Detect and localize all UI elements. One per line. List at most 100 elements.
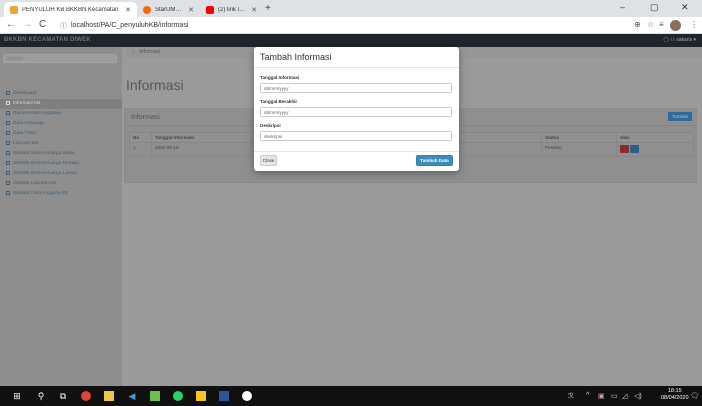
- browser-tabstrip: PENYULUH KB BKKBN Kecamatan ✕ StarUML do…: [0, 0, 702, 17]
- info-icon: [6, 100, 10, 105]
- col-status: Status: [541, 132, 617, 143]
- file-explorer-icon[interactable]: [104, 391, 114, 401]
- tab-favicon-icon: [10, 5, 18, 14]
- start-date-input[interactable]: dd/mm/yyyy: [260, 83, 452, 93]
- volume-icon[interactable]: ◁): [634, 392, 642, 400]
- label-description: Deskripsi: [260, 123, 281, 128]
- sublime-icon[interactable]: [196, 391, 206, 401]
- tab-close-icon[interactable]: ✕: [188, 6, 194, 14]
- browser-tab-1[interactable]: PENYULUH KB BKKBN Kecamatan ✕: [4, 2, 137, 17]
- sidebar-item-stat-balita[interactable]: Statistik Bina Keluarga Balita: [0, 149, 122, 159]
- forward-icon[interactable]: →: [22, 19, 32, 30]
- sidebar: Search... Dashboard Informasi KB Dokumen…: [0, 47, 122, 386]
- sidebar-item-dokumentasi[interactable]: Dokumentasi Kegiatan: [0, 109, 122, 119]
- sidebar-item-label: Dokumentasi Kegiatan: [13, 111, 62, 116]
- task-view-icon[interactable]: ⧉: [58, 391, 68, 401]
- breadcrumb-item[interactable]: Informasi: [139, 49, 160, 55]
- sidebar-item-label: Statistik Bina Keluarga Remaja: [13, 161, 80, 166]
- table-icon: [6, 130, 10, 135]
- sidebar-item-laporan[interactable]: Laporan KB: [0, 139, 122, 149]
- family-icon: [6, 120, 10, 125]
- description-input[interactable]: deskripsi: [260, 131, 452, 141]
- close-button[interactable]: Close: [260, 155, 277, 166]
- bookmark-star-icon[interactable]: ☆: [647, 20, 654, 29]
- notification-icon[interactable]: 🗨: [690, 392, 699, 400]
- site-info-icon[interactable]: ⓘ: [60, 21, 67, 31]
- search-input[interactable]: Search...: [3, 54, 117, 63]
- tab-favicon-icon: [143, 5, 151, 14]
- sidebar-item-label: Laporan KB: [13, 141, 39, 146]
- user-menu[interactable]: ◯ ⚇ sakaris ▾: [663, 37, 696, 43]
- app-brand[interactable]: BKKBN KECAMATAN DIWEK: [4, 37, 91, 43]
- sidebar-item-stat-remaja[interactable]: Statistik Bina Keluarga Remaja: [0, 159, 122, 169]
- edit-button[interactable]: [630, 145, 639, 153]
- people-icon[interactable]: ℛ: [568, 392, 574, 400]
- app-circle-icon[interactable]: [242, 391, 252, 401]
- sidebar-item-keluarga[interactable]: Data Keluarga: [0, 119, 122, 129]
- sidebar-item-stat-anggota[interactable]: Statistik Data Anggota KB: [0, 189, 122, 199]
- label-end-date: Tanggal Berakhir: [260, 99, 298, 104]
- page-title: Informasi: [126, 77, 184, 93]
- browser-tab-3[interactable]: (2) lirik lagu Nissa Sabyan - l ✕: [200, 2, 263, 17]
- tab-close-icon[interactable]: ✕: [125, 6, 131, 14]
- sidebar-item-label: Informasi KB: [13, 101, 41, 106]
- browser-toolbar: ← → C ⓘ localhost/PA/C_penyuluhKB/inform…: [0, 17, 702, 34]
- browser-tab-2[interactable]: StarUML download | SourceForge ✕: [137, 2, 200, 17]
- zoom-icon[interactable]: ⊕: [634, 20, 641, 29]
- tab-favicon-icon: [206, 5, 214, 14]
- new-tab-button[interactable]: +: [265, 3, 271, 14]
- sidebar-item-triwic[interactable]: Data Triwic: [0, 129, 122, 139]
- delete-button[interactable]: [620, 145, 629, 153]
- url-text: localhost/PA/C_penyuluhKB/informasi: [71, 22, 189, 29]
- tab-close-icon[interactable]: ✕: [251, 6, 257, 14]
- cell-aksi: [616, 142, 694, 157]
- back-icon[interactable]: ←: [6, 19, 16, 30]
- modal-title: Tambah Informasi: [254, 47, 459, 68]
- user-name: sakaris: [676, 37, 693, 43]
- vscode-icon[interactable]: ◀: [127, 391, 137, 401]
- windows-start-icon[interactable]: ⊞: [12, 391, 22, 401]
- save-button[interactable]: Tambah Data: [416, 155, 453, 166]
- tab-title: StarUML download | SourceForge: [155, 6, 184, 13]
- label-start-date: Tanggal Informasi: [260, 75, 300, 80]
- minimize-button[interactable]: –: [620, 2, 625, 12]
- document-icon: [6, 110, 10, 115]
- battery-icon[interactable]: ▭: [611, 392, 618, 400]
- chart-icon: [6, 190, 10, 195]
- reload-icon[interactable]: C: [39, 19, 46, 30]
- chrome-menu-icon[interactable]: ⋮: [690, 20, 698, 29]
- chrome-icon[interactable]: [81, 391, 91, 401]
- tray-chevron-icon[interactable]: ^: [586, 392, 589, 399]
- address-bar[interactable]: ⓘ localhost/PA/C_penyuluhKB/informasi: [60, 19, 635, 32]
- report-icon: [6, 140, 10, 145]
- clock-date: 08/04/2020: [661, 395, 689, 401]
- home-icon[interactable]: ⌂: [132, 49, 135, 55]
- col-tanggal: Tanggal Informasi: [151, 132, 252, 143]
- modal-body: Tanggal Informasi dd/mm/yyyy Tanggal Ber…: [254, 68, 459, 141]
- dashboard-icon: [6, 90, 10, 95]
- profile-avatar[interactable]: [670, 20, 681, 31]
- sidebar-item-stat-lansia[interactable]: Statistik Bina Keluarga Lansia: [0, 169, 122, 179]
- system-clock[interactable]: 18:15 08/04/2020: [661, 388, 689, 402]
- media-control-icon[interactable]: ≡: [659, 20, 664, 29]
- chart-icon: [6, 170, 10, 175]
- whatsapp-icon[interactable]: [173, 391, 183, 401]
- app-green-icon[interactable]: [150, 391, 160, 401]
- word-icon[interactable]: [219, 391, 229, 401]
- sidebar-item-dashboard[interactable]: Dashboard: [0, 89, 122, 99]
- sidebar-item-label: Data Keluarga: [13, 121, 44, 126]
- panel-title: Informasi: [131, 114, 160, 121]
- search-icon[interactable]: ⚲: [36, 391, 46, 401]
- sidebar-menu: Dashboard Informasi KB Dokumentasi Kegia…: [0, 89, 122, 199]
- sidebar-item-informasi[interactable]: Informasi KB: [0, 99, 122, 109]
- add-button[interactable]: Tambah: [667, 112, 692, 121]
- cell-tanggal: 2020-05-16: [151, 142, 252, 157]
- sidebar-item-label: Statistik Bina Keluarga Lansia: [13, 171, 77, 176]
- network-icon[interactable]: ◿: [622, 392, 627, 400]
- maximize-button[interactable]: ▢: [650, 2, 659, 13]
- sidebar-item-label: Statistik Laporan KB: [13, 181, 57, 186]
- tray-app-icon[interactable]: ▣: [598, 392, 605, 400]
- end-date-input[interactable]: dd/mm/yyyy: [260, 107, 452, 117]
- window-close-button[interactable]: ✕: [681, 2, 689, 13]
- sidebar-item-stat-laporan[interactable]: Statistik Laporan KB: [0, 179, 122, 189]
